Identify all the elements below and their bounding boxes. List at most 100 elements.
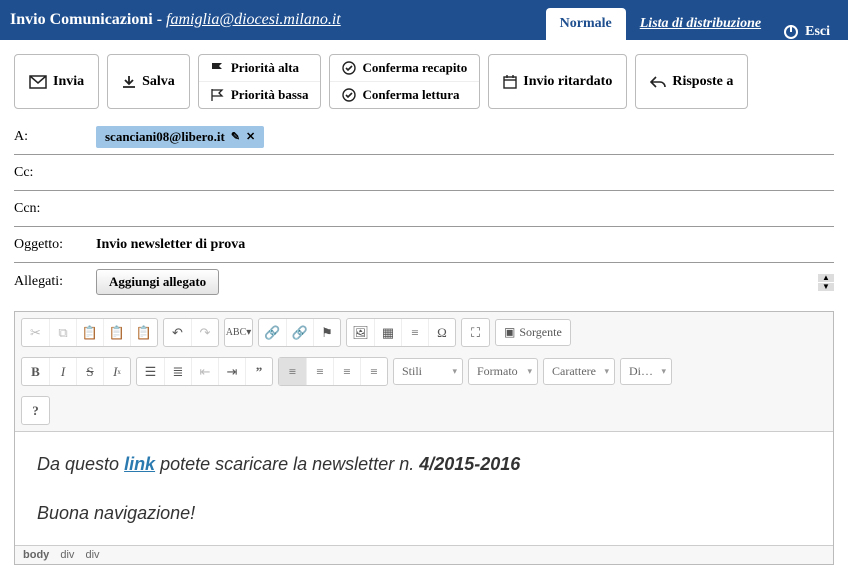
italic-button[interactable]: I [49, 358, 76, 385]
close-icon[interactable]: ✕ [246, 130, 255, 143]
source-icon: ▣ [504, 325, 515, 340]
bcc-row[interactable]: Ccn: [14, 191, 834, 227]
save-button[interactable]: Salva [107, 54, 190, 109]
tab-normal[interactable]: Normale [546, 8, 626, 40]
font-select[interactable]: Carattere [543, 358, 615, 385]
hr-button[interactable]: ≡ [401, 319, 428, 346]
copy-button[interactable]: ⧉ [49, 319, 76, 346]
subject-row: Oggetto: Invio newsletter di prova [14, 227, 834, 263]
align-left-button[interactable]: ≡ [279, 358, 306, 385]
reply-to-label: Risposte a [672, 74, 733, 90]
format-select[interactable]: Formato [468, 358, 538, 385]
app-header: Invio Comunicazioni - famiglia@diocesi.m… [0, 0, 848, 40]
send-label: Invia [53, 74, 84, 90]
confirm-delivery-label: Conferma recapito [362, 60, 467, 76]
chevron-down-icon[interactable]: ▼ [818, 283, 834, 291]
path-segment[interactable]: div [60, 549, 74, 561]
source-label: Sorgente [519, 325, 561, 340]
special-char-button[interactable]: Ω [428, 319, 455, 346]
cc-row[interactable]: Cc: [14, 155, 834, 191]
recipient-chip[interactable]: scanciani08@libero.it ✎ ✕ [96, 126, 264, 148]
tab-distribution-list[interactable]: Lista di distribuzione [626, 8, 775, 40]
size-select[interactable]: Di… [620, 358, 672, 385]
align-justify-button[interactable]: ≡ [360, 358, 387, 385]
confirm-group: Conferma recapito Conferma lettura [329, 54, 480, 109]
attachments-spinner[interactable]: ▲ ▼ [818, 274, 834, 291]
priority-low-label: Priorità bassa [231, 87, 309, 103]
blockquote-button[interactable]: ” [245, 358, 272, 385]
help-button[interactable]: ? [22, 397, 49, 424]
chevron-up-icon[interactable]: ▲ [818, 274, 834, 282]
body-text: potete scaricare la newsletter n. [155, 454, 419, 474]
subject-label: Oggetto: [14, 237, 96, 253]
power-icon [783, 24, 799, 40]
body-link[interactable]: link [124, 454, 155, 474]
unlink-button[interactable]: 🔗 [286, 319, 313, 346]
align-center-button[interactable]: ≡ [306, 358, 333, 385]
body-bold: 4/2015-2016 [419, 454, 520, 474]
maximize-button[interactable]: ⛶ [462, 319, 489, 346]
bold-button[interactable]: B [22, 358, 49, 385]
exit-button[interactable]: Esci [775, 24, 838, 40]
message-fields: A: scanciani08@libero.it ✎ ✕ Cc: Ccn: Og… [0, 115, 848, 305]
recipient-email: scanciani08@libero.it [105, 129, 225, 145]
link-button[interactable]: 🔗 [259, 319, 286, 346]
cc-label: Cc: [14, 165, 96, 181]
paste-button[interactable]: 📋 [76, 319, 103, 346]
check-circle-icon [342, 88, 356, 102]
send-button[interactable]: Invia [14, 54, 99, 109]
cut-button[interactable]: ✂ [22, 319, 49, 346]
priority-group: Priorità alta Priorità bassa [198, 54, 322, 109]
exit-label: Esci [805, 24, 830, 40]
element-path: body div div [15, 545, 833, 564]
editor-content[interactable]: Da questo link potete scaricare la newsl… [15, 432, 833, 545]
action-toolbar: Invia Salva Priorità alta Priorità bassa… [0, 40, 848, 115]
remove-format-button[interactable]: Ix [103, 358, 130, 385]
numbered-list-button[interactable]: ☰ [137, 358, 164, 385]
path-segment[interactable]: body [23, 549, 49, 561]
bullet-list-button[interactable]: ≣ [164, 358, 191, 385]
styles-select[interactable]: Stili [393, 358, 463, 385]
spellcheck-button[interactable]: ABC▾ [225, 319, 252, 346]
add-attachment-button[interactable]: Aggiungi allegato [96, 269, 219, 295]
account-email: famiglia@diocesi.milano.it [166, 11, 341, 28]
attachments-label: Allegati: [14, 274, 96, 290]
delayed-send-button[interactable]: Invio ritardato [488, 54, 627, 109]
source-button[interactable]: ▣ Sorgente [495, 319, 571, 346]
path-segment[interactable]: div [85, 549, 99, 561]
bcc-label: Ccn: [14, 201, 96, 217]
title-prefix: Invio Comunicazioni [10, 11, 153, 28]
undo-button[interactable]: ↶ [164, 319, 191, 346]
priority-low-button[interactable]: Priorità bassa [199, 81, 321, 108]
align-right-button[interactable]: ≡ [333, 358, 360, 385]
save-label: Salva [142, 74, 175, 90]
confirm-delivery-button[interactable]: Conferma recapito [330, 55, 479, 81]
anchor-button[interactable]: ⚑ [313, 319, 340, 346]
to-label: A: [14, 129, 96, 145]
to-row: A: scanciani08@libero.it ✎ ✕ [14, 119, 834, 155]
paste-word-button[interactable]: 📋 [130, 319, 157, 346]
outdent-button[interactable]: ⇤ [191, 358, 218, 385]
attachments-row: Allegati: Aggiungi allegato ▲ ▼ [14, 263, 834, 301]
strike-button[interactable]: S [76, 358, 103, 385]
reply-to-button[interactable]: Risposte a [635, 54, 748, 109]
priority-high-label: Priorità alta [231, 60, 299, 76]
confirm-read-button[interactable]: Conferma lettura [330, 81, 479, 108]
delayed-label: Invio ritardato [523, 74, 612, 90]
body-text: Da questo [37, 454, 124, 474]
paste-text-button[interactable]: 📋 [103, 319, 130, 346]
header-tabs: Normale Lista di distribuzione Esci [546, 0, 838, 40]
check-circle-icon [342, 61, 356, 75]
subject-value[interactable]: Invio newsletter di prova [96, 237, 245, 253]
flag-outline-icon [211, 89, 225, 101]
window-title: Invio Comunicazioni - famiglia@diocesi.m… [10, 11, 341, 29]
calendar-icon [503, 75, 517, 89]
editor-toolbar: ✂ ⧉ 📋 📋 📋 ↶ ↷ ABC▾ 🔗 🔗 ⚑ 🖼 ▦ ≡ Ω ⛶ ▣ [15, 312, 833, 432]
reply-icon [650, 76, 666, 88]
table-button[interactable]: ▦ [374, 319, 401, 346]
pencil-icon[interactable]: ✎ [231, 130, 240, 143]
indent-button[interactable]: ⇥ [218, 358, 245, 385]
priority-high-button[interactable]: Priorità alta [199, 55, 321, 81]
redo-button[interactable]: ↷ [191, 319, 218, 346]
image-button[interactable]: 🖼 [347, 319, 374, 346]
